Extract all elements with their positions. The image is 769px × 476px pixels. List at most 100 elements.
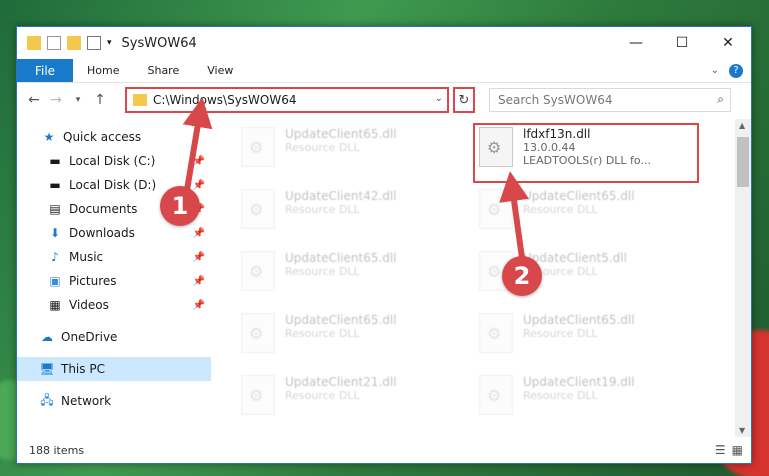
sidebar-item-label: OneDrive bbox=[61, 330, 118, 344]
sidebar-item-this-pc[interactable]: 🖥 This PC bbox=[17, 357, 211, 381]
document-icon: ▤ bbox=[49, 202, 61, 216]
pin-icon[interactable]: 📌 bbox=[193, 300, 205, 311]
details-view-icon[interactable]: ☰ bbox=[715, 443, 726, 457]
dll-file-icon bbox=[479, 375, 513, 415]
download-icon: ⬇ bbox=[49, 226, 61, 240]
chevron-down-icon[interactable]: ⌄ bbox=[435, 93, 443, 104]
item-count: 188 items bbox=[29, 443, 85, 457]
pin-icon[interactable]: 📌 bbox=[193, 180, 205, 191]
file-name: UpdateClient65.dll bbox=[285, 251, 397, 265]
sidebar-item-quick-access[interactable]: ★ Quick access bbox=[17, 125, 211, 149]
music-icon: ♪ bbox=[51, 250, 59, 264]
explorer-window: ▾ SysWOW64 — ☐ ✕ File Home Share View ⌄ … bbox=[16, 26, 752, 464]
ribbon-tabs: File Home Share View ⌄ ? bbox=[17, 59, 751, 83]
dll-file-icon bbox=[241, 313, 275, 353]
list-item[interactable]: UpdateClient65.dllResource DLL bbox=[479, 189, 699, 241]
drive-icon: ▬ bbox=[49, 154, 61, 168]
folder-icon bbox=[133, 94, 147, 106]
tab-view[interactable]: View bbox=[193, 59, 247, 82]
pin-icon[interactable]: 📌 bbox=[193, 276, 205, 287]
file-name: UpdateClient42.dll bbox=[285, 189, 397, 203]
tab-file[interactable]: File bbox=[17, 59, 73, 82]
recent-dropdown-icon[interactable]: ▾ bbox=[67, 95, 89, 105]
expand-ribbon-icon[interactable]: ⌄ bbox=[711, 65, 719, 76]
window-title: SysWOW64 bbox=[121, 35, 197, 51]
sidebar-item-label: Pictures bbox=[69, 274, 117, 288]
sidebar-item-videos[interactable]: ▦ Videos 📌 bbox=[17, 293, 211, 317]
file-name: UpdateClient65.dll bbox=[523, 189, 635, 203]
sidebar-item-network[interactable]: 🖧 Network bbox=[17, 389, 211, 413]
view-icon[interactable] bbox=[87, 36, 101, 50]
sidebar-item-label: Downloads bbox=[69, 226, 135, 240]
list-item[interactable]: UpdateClient21.dllResource DLL bbox=[241, 375, 461, 427]
navigation-bar: ← → ▾ ↑ C:\Windows\SysWOW64 ⌄ ↻ Search S… bbox=[17, 85, 751, 115]
file-highlight-box bbox=[473, 123, 699, 183]
dll-file-icon bbox=[241, 127, 275, 167]
dll-file-icon bbox=[241, 375, 275, 415]
file-type: Resource DLL bbox=[285, 327, 360, 340]
file-type: Resource DLL bbox=[285, 141, 360, 154]
up-button[interactable]: ↑ bbox=[89, 92, 111, 108]
file-name: UpdateClient5.dll bbox=[523, 251, 627, 265]
search-input[interactable]: Search SysWOW64 ⌕ bbox=[489, 88, 731, 112]
step-badge-1: 1 bbox=[160, 186, 200, 226]
tab-home[interactable]: Home bbox=[73, 59, 133, 82]
scroll-down-icon[interactable]: ▼ bbox=[739, 426, 745, 435]
chevron-down-icon[interactable]: ▾ bbox=[107, 38, 112, 48]
list-item[interactable]: UpdateClient65.dllResource DLL bbox=[241, 313, 461, 365]
address-bar[interactable]: C:\Windows\SysWOW64 ⌄ bbox=[125, 87, 449, 113]
pin-icon[interactable]: 📌 bbox=[193, 228, 205, 239]
refresh-button[interactable]: ↻ bbox=[453, 87, 475, 113]
sidebar-item-label: Music bbox=[69, 250, 104, 264]
title-bar: ▾ SysWOW64 — ☐ ✕ bbox=[17, 27, 751, 59]
list-item[interactable]: UpdateClient65.dllResource DLL bbox=[241, 251, 461, 303]
pictures-icon: ▣ bbox=[49, 274, 61, 288]
forward-button[interactable]: → bbox=[45, 92, 67, 108]
vertical-scrollbar[interactable]: ▲ ▼ bbox=[735, 119, 751, 437]
maximize-button[interactable]: ☐ bbox=[659, 27, 705, 59]
file-type: Resource DLL bbox=[523, 203, 598, 216]
file-name: UpdateClient19.dll bbox=[523, 375, 635, 389]
status-bar: 188 items ☰ ▦ bbox=[17, 437, 751, 463]
list-item[interactable]: UpdateClient42.dllResource DLL bbox=[241, 189, 461, 241]
tab-share[interactable]: Share bbox=[133, 59, 193, 82]
close-button[interactable]: ✕ bbox=[705, 27, 751, 59]
dll-file-icon bbox=[479, 189, 513, 229]
scroll-up-icon[interactable]: ▲ bbox=[739, 121, 745, 130]
help-icon[interactable]: ? bbox=[729, 63, 743, 78]
dll-file-icon bbox=[479, 313, 513, 353]
sidebar-item-local-disk-c[interactable]: ▬ Local Disk (C:) 📌 bbox=[17, 149, 211, 173]
sidebar-item-label: Quick access bbox=[63, 130, 142, 144]
sidebar-item-pictures[interactable]: ▣ Pictures 📌 bbox=[17, 269, 211, 293]
new-folder-icon[interactable] bbox=[67, 36, 81, 50]
large-icons-view-icon[interactable]: ▦ bbox=[732, 443, 743, 457]
sidebar-item-music[interactable]: ♪ Music 📌 bbox=[17, 245, 211, 269]
navigation-pane: ★ Quick access ▬ Local Disk (C:) 📌 ▬ Loc… bbox=[17, 119, 211, 437]
step-badge-2: 2 bbox=[502, 256, 542, 296]
minimize-button[interactable]: — bbox=[613, 27, 659, 59]
dll-file-icon bbox=[241, 251, 275, 291]
sidebar-item-label: Network bbox=[61, 394, 112, 408]
drive-icon: ▬ bbox=[49, 178, 61, 192]
sidebar-item-label: Local Disk (D:) bbox=[69, 178, 157, 192]
list-item[interactable]: UpdateClient19.dllResource DLL bbox=[479, 375, 699, 427]
search-icon: ⌕ bbox=[717, 92, 724, 106]
properties-icon[interactable] bbox=[47, 36, 61, 50]
back-button[interactable]: ← bbox=[23, 92, 45, 108]
pin-icon[interactable]: 📌 bbox=[193, 252, 205, 263]
list-item[interactable]: UpdateClient65.dllResource DLL bbox=[241, 127, 461, 179]
computer-icon: 🖥 bbox=[39, 362, 55, 376]
file-name: UpdateClient65.dll bbox=[523, 313, 635, 327]
file-type: Resource DLL bbox=[285, 389, 360, 402]
sidebar-item-label: This PC bbox=[61, 362, 105, 376]
scroll-thumb[interactable] bbox=[737, 137, 749, 187]
star-icon: ★ bbox=[43, 130, 55, 144]
search-placeholder: Search SysWOW64 bbox=[498, 93, 613, 107]
video-icon: ▦ bbox=[49, 298, 61, 312]
sidebar-item-onedrive[interactable]: ☁ OneDrive bbox=[17, 325, 211, 349]
list-item[interactable]: UpdateClient65.dllResource DLL bbox=[479, 313, 699, 365]
pin-icon[interactable]: 📌 bbox=[193, 156, 205, 167]
file-type: Resource DLL bbox=[285, 265, 360, 278]
file-type: Resource DLL bbox=[523, 389, 598, 402]
dll-file-icon bbox=[241, 189, 275, 229]
